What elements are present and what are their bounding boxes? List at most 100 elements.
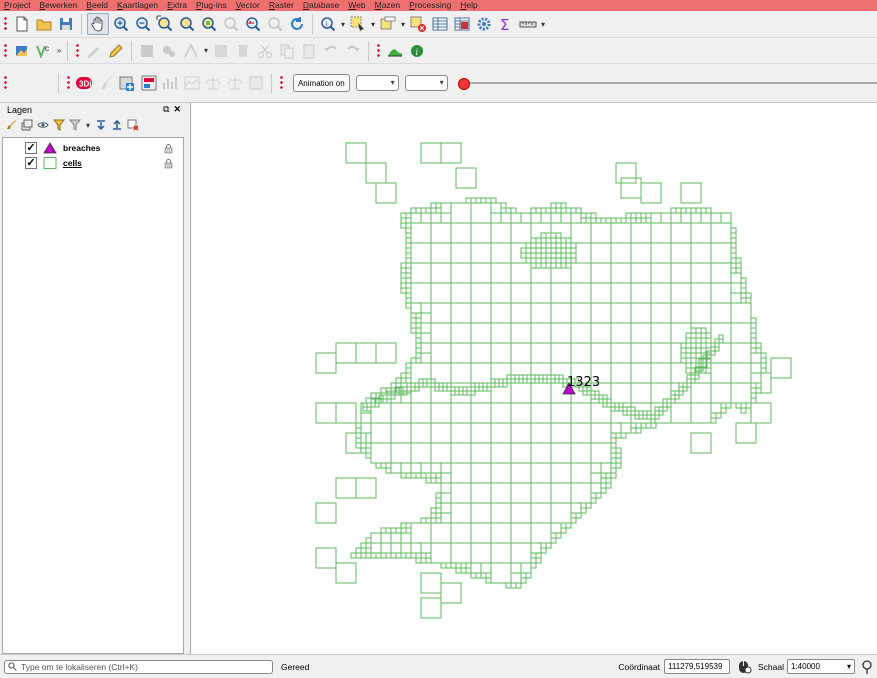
field-calculator-button[interactable] (452, 14, 472, 34)
pan-button[interactable] (87, 13, 109, 35)
menu-help[interactable]: Help (456, 0, 482, 11)
toolbar-grip[interactable] (279, 75, 284, 91)
menu-extra[interactable]: Extra (163, 0, 192, 11)
menu-vector[interactable]: Vector (232, 0, 265, 11)
measure-button[interactable] (518, 14, 538, 34)
menu-plugins[interactable]: Plug-ins (192, 0, 232, 11)
zoom-in-button[interactable] (111, 14, 131, 34)
threedi-button[interactable]: 3Di (75, 73, 95, 93)
add-results-button[interactable] (118, 73, 138, 93)
vertex-tool-dropdown[interactable]: ▾ (202, 46, 210, 55)
mouse-coordinates-icon[interactable] (736, 659, 752, 675)
save-edits-button[interactable] (137, 41, 157, 61)
expand-all-button[interactable] (94, 118, 108, 132)
locator-search-input[interactable]: Type om te lokaliseren (Ctrl+K) (4, 659, 273, 674)
close-icon[interactable]: ✕ (173, 104, 181, 115)
new-project-button[interactable] (12, 14, 32, 34)
select-value-dropdown[interactable]: ▾ (399, 20, 407, 29)
toolbar-grip[interactable] (3, 42, 8, 59)
float-panel-icon[interactable]: ⧉ (163, 104, 169, 115)
zoom-layer-button[interactable] (199, 14, 219, 34)
toolbar-grip[interactable] (65, 75, 71, 91)
delete-selected-button[interactable] (233, 41, 253, 61)
data-source-manager-button[interactable] (12, 41, 32, 61)
menu-database[interactable]: Database (299, 0, 344, 11)
filter-expression-button[interactable] (68, 118, 82, 132)
coordinate-field[interactable]: 111279,519539 (664, 659, 730, 674)
attribute-table-button[interactable] (430, 14, 450, 34)
more-tools-chevron[interactable]: » (55, 46, 63, 55)
layer-styling-button[interactable] (4, 118, 18, 132)
select-dropdown[interactable]: ▾ (369, 20, 377, 29)
map-canvas[interactable]: 1323 (190, 103, 877, 654)
zoom-selection-button[interactable] (177, 14, 197, 34)
layer-item-cells[interactable]: ✓ cells (3, 156, 181, 170)
zoom-last-button[interactable] (243, 14, 263, 34)
menu-beeld[interactable]: Beeld (82, 0, 113, 11)
remove-layer-button[interactable] (126, 118, 140, 132)
select-value-button[interactable] (378, 14, 398, 34)
undo-button[interactable] (321, 41, 341, 61)
statistics-tool-button[interactable] (225, 73, 245, 93)
menu-mazen[interactable]: Mazen (371, 0, 406, 11)
toolbar-grip[interactable] (376, 42, 381, 59)
time-slider-handle[interactable] (457, 78, 470, 90)
sideview-button[interactable] (182, 73, 202, 93)
toolbar-grip[interactable] (3, 16, 8, 32)
water-balance-button[interactable] (204, 73, 224, 93)
scale-combo[interactable]: 1:40000 ▾ (787, 659, 855, 674)
lock-icon[interactable] (164, 158, 173, 169)
save-project-button[interactable] (56, 14, 76, 34)
lock-icon[interactable] (164, 143, 173, 154)
collapse-all-button[interactable] (110, 118, 124, 132)
animation-difference-combo[interactable] (404, 75, 448, 91)
vertex-tool-button[interactable] (181, 41, 201, 61)
copy-button[interactable] (277, 41, 297, 61)
zoom-full-button[interactable] (155, 14, 175, 34)
threedi-results-button[interactable] (139, 73, 159, 93)
identify-dropdown[interactable]: ▾ (339, 20, 347, 29)
toggle-editing-button[interactable] (106, 41, 126, 61)
new-layer-button[interactable]: c (34, 41, 54, 61)
statistics-button[interactable]: Σ (496, 14, 516, 34)
profile-tool-button[interactable] (385, 41, 405, 61)
toolbox-button[interactable] (474, 14, 494, 34)
toolbar-grip[interactable] (3, 75, 8, 91)
animation-toggle-button[interactable]: Animation on (292, 74, 350, 92)
zoom-out-button[interactable] (133, 14, 153, 34)
layer-visibility-checkbox[interactable]: ✓ (25, 142, 37, 154)
current-edits-button[interactable] (84, 41, 104, 61)
menu-web[interactable]: Web (344, 0, 370, 11)
identify-button[interactable]: i (318, 14, 338, 34)
animation-parameter-combo[interactable] (355, 75, 399, 91)
layer-item-breaches[interactable]: ✓ breaches (3, 141, 181, 155)
redo-button[interactable] (343, 41, 363, 61)
menu-kaartlagen[interactable]: Kaartlagen (113, 0, 163, 11)
brush-tool-button[interactable] (96, 73, 116, 93)
manage-visibility-button[interactable] (36, 118, 50, 132)
toolbar-grip[interactable] (75, 42, 80, 59)
layer-visibility-checkbox[interactable]: ✓ (25, 157, 37, 169)
menu-bewerken[interactable]: Bewerken (35, 0, 82, 11)
refresh-button[interactable] (287, 14, 307, 34)
deselect-button[interactable] (408, 14, 428, 34)
add-group-button[interactable] (20, 118, 34, 132)
stats-export-button[interactable] (247, 73, 267, 93)
zoom-native-button[interactable] (221, 14, 241, 34)
filter-legend-button[interactable] (52, 118, 66, 132)
zoom-next-button[interactable] (265, 14, 285, 34)
menu-processing[interactable]: Processing (405, 0, 456, 11)
info-tool-button[interactable]: i (407, 41, 427, 61)
modify-attributes-button[interactable] (211, 41, 231, 61)
open-project-button[interactable] (34, 14, 54, 34)
paste-button[interactable] (299, 41, 319, 61)
cut-button[interactable] (255, 41, 275, 61)
magnifier-icon[interactable] (861, 659, 873, 675)
filter-expression-dropdown[interactable]: ▾ (84, 121, 92, 130)
time-slider[interactable] (457, 76, 877, 90)
add-feature-button[interactable] (159, 41, 179, 61)
menu-project[interactable]: Project (0, 0, 35, 11)
menu-raster[interactable]: Raster (265, 0, 299, 11)
graph-button[interactable] (161, 73, 181, 93)
select-button[interactable] (348, 14, 368, 34)
